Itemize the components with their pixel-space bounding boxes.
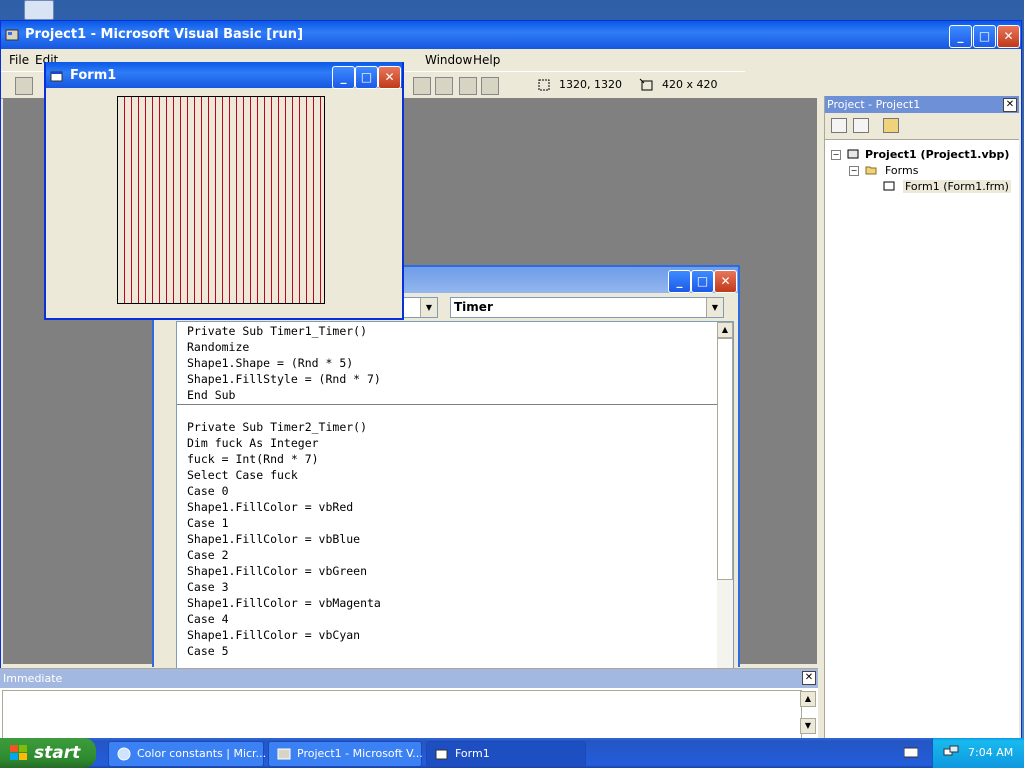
task-form1[interactable]: Form1	[426, 741, 586, 767]
network-icon[interactable]	[943, 745, 959, 759]
view-object-icon[interactable]	[853, 118, 869, 133]
immediate-scroll-down-icon[interactable]: ▼	[800, 718, 816, 734]
code-line: fuck = Int(Rnd * 7)	[187, 452, 319, 466]
form1-minimize-button[interactable]: _	[332, 66, 355, 89]
chevron-down-icon[interactable]: ▼	[706, 298, 723, 317]
code-close-button[interactable]: ✕	[714, 270, 737, 293]
form1-close-button[interactable]: ✕	[378, 66, 401, 89]
form1-title: Form1	[70, 68, 117, 83]
immediate-input[interactable]	[2, 690, 802, 740]
code-line: Shape1.FillStyle = (Rnd * 7)	[187, 372, 381, 386]
main-title-bar[interactable]: Project1 - Microsoft Visual Basic [run] …	[1, 21, 1021, 49]
immediate-close-icon[interactable]: ✕	[802, 671, 816, 685]
browser-icon	[117, 747, 131, 761]
code-line: Case 2	[187, 548, 229, 562]
project-explorer-title-bar[interactable]: Project - Project1 ✕	[825, 96, 1019, 113]
size-readout: 420 x 420	[662, 78, 718, 91]
scroll-up-arrow-icon[interactable]: ▲	[717, 322, 733, 338]
code-line: Private Sub Timer2_Timer()	[187, 420, 368, 434]
add-project-icon[interactable]	[15, 77, 33, 95]
code-line: Private Sub Timer1_Timer()	[187, 324, 368, 338]
main-window-title: Project1 - Microsoft Visual Basic [run]	[25, 27, 304, 42]
collapse-icon[interactable]: −	[831, 150, 841, 160]
scroll-thumb[interactable]	[717, 338, 733, 580]
form1-maximize-button[interactable]: □	[355, 66, 378, 89]
task-project1-vb[interactable]: Project1 - Microsoft V...	[268, 741, 423, 767]
position-icon	[538, 79, 550, 91]
code-line: Case 5	[187, 644, 229, 658]
code-line: Shape1.FillColor = vbBlue	[187, 532, 361, 546]
properties-icon[interactable]	[413, 77, 431, 95]
code-editor[interactable]: Private Sub Timer1_Timer() Randomize Sha…	[176, 321, 734, 669]
taskbar: start Color constants | Micr... Project1…	[0, 738, 1024, 768]
code-line: Dim fuck As Integer	[187, 436, 319, 450]
immediate-scroll-up-icon[interactable]: ▲	[800, 691, 816, 707]
shape1	[117, 96, 325, 304]
data-view-icon[interactable]	[481, 77, 499, 95]
maximize-button[interactable]: □	[973, 25, 996, 48]
form1-window: Form1 _ □ ✕	[44, 62, 404, 320]
menu-file[interactable]: File	[9, 53, 29, 67]
toolbox-icon[interactable]	[459, 77, 477, 95]
form-icon	[50, 71, 63, 82]
start-button[interactable]: start	[0, 738, 96, 768]
collapse-icon[interactable]: −	[849, 166, 859, 176]
procedure-combo[interactable]: Timer ▼	[450, 297, 724, 318]
code-line: Shape1.FillColor = vbMagenta	[187, 596, 381, 610]
keyboard-icon[interactable]	[904, 747, 918, 758]
code-line: Case 4	[187, 612, 229, 626]
form1-title-bar[interactable]: Form1 _ □ ✕	[46, 62, 402, 89]
close-button[interactable]: ✕	[997, 25, 1020, 48]
project-close-icon[interactable]: ✕	[1003, 98, 1017, 112]
project-explorer: Project - Project1 ✕ − Project1 (Project…	[824, 96, 1019, 738]
project-toolbar	[825, 113, 1019, 140]
code-line: Case 1	[187, 516, 229, 530]
procedure-separator	[177, 404, 717, 405]
code-line: Shape1.FillColor = vbCyan	[187, 628, 361, 642]
code-vertical-scrollbar[interactable]: ▲	[717, 322, 733, 668]
menu-help[interactable]: Help	[473, 53, 500, 67]
vb-app-icon	[5, 29, 19, 41]
code-line: Case 3	[187, 580, 229, 594]
immediate-title-bar[interactable]: Immediate ✕	[0, 669, 818, 688]
form-file-icon	[883, 181, 895, 191]
chevron-down-icon[interactable]: ▼	[420, 298, 437, 317]
code-window: _ □ ✕ ▼ Timer ▼ Private Sub Timer1_Timer…	[152, 265, 740, 669]
code-line: Shape1.FillColor = vbGreen	[187, 564, 368, 578]
code-line: Select Case fuck	[187, 468, 298, 482]
clock[interactable]: 7:04 AM	[968, 746, 1013, 759]
code-line: Randomize	[187, 340, 250, 354]
view-code-icon[interactable]	[831, 118, 847, 133]
folder-icon	[865, 166, 877, 175]
project-icon	[847, 149, 859, 159]
vb-app-icon	[277, 748, 291, 760]
code-maximize-button[interactable]: □	[691, 270, 714, 293]
minimize-button[interactable]: _	[949, 25, 972, 48]
form-icon	[435, 749, 448, 760]
object-browser-icon[interactable]	[435, 77, 453, 95]
system-tray: 7:04 AM	[932, 738, 1024, 768]
code-minimize-button[interactable]: _	[668, 270, 691, 293]
windows-logo-icon	[10, 745, 27, 760]
code-line: End Sub	[187, 388, 236, 402]
position-readout: 1320, 1320	[559, 78, 622, 91]
task-color-constants[interactable]: Color constants | Micr...	[108, 741, 266, 767]
object-combo[interactable]: ▼	[402, 297, 438, 318]
desktop-icon[interactable]	[24, 0, 54, 20]
size-icon	[639, 78, 653, 91]
code-line: Shape1.FillColor = vbRed	[187, 500, 354, 514]
toggle-folders-icon[interactable]	[883, 118, 899, 133]
immediate-window: Immediate ✕ ▲ ▼	[0, 668, 818, 740]
menu-window[interactable]: Window	[425, 53, 472, 67]
code-line: Shape1.Shape = (Rnd * 5)	[187, 356, 354, 370]
code-line: Case 0	[187, 484, 229, 498]
